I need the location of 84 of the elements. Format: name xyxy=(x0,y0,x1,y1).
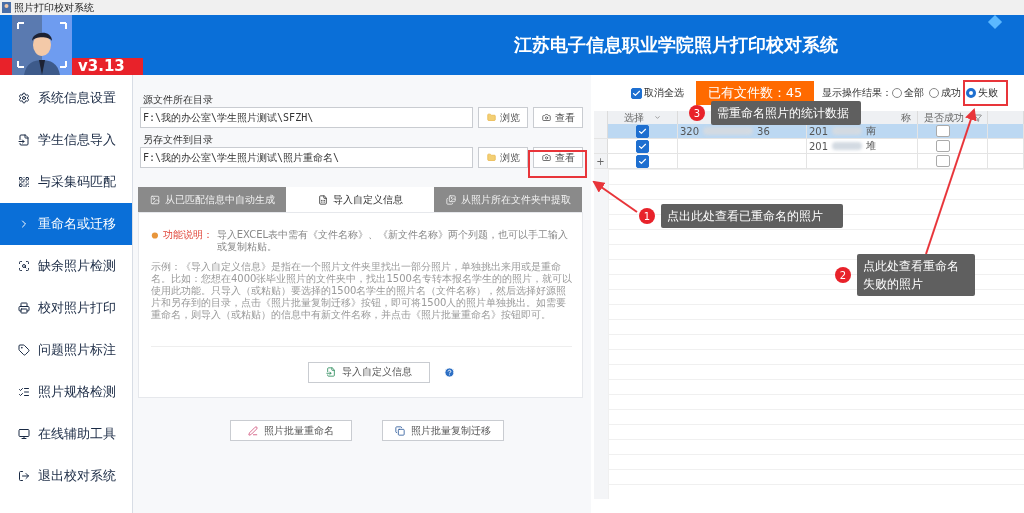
menu-icon xyxy=(18,470,30,482)
result-radio[interactable]: 全部 xyxy=(892,86,924,100)
row-header xyxy=(594,139,608,153)
version-label: v3.13 xyxy=(77,58,126,75)
row-header: + xyxy=(594,154,608,168)
sidebar-item[interactable]: 在线辅助工具 xyxy=(0,413,132,455)
sidebar-item[interactable]: 系统信息设置 xyxy=(0,77,132,119)
menu-icon xyxy=(18,134,30,146)
camera-icon xyxy=(541,153,551,162)
checkbox[interactable] xyxy=(631,87,642,99)
sidebar-item[interactable]: 与采集码匹配 xyxy=(0,161,132,203)
highlight-frame xyxy=(528,150,587,178)
sidebar-item[interactable]: 重命名或迁移 xyxy=(0,203,132,245)
camera-icon xyxy=(541,113,551,122)
corner-cell xyxy=(594,111,608,124)
menu-icon xyxy=(18,344,30,356)
radio-dot[interactable] xyxy=(929,88,939,98)
menu-icon xyxy=(18,260,30,272)
highlight-frame xyxy=(963,80,1008,106)
callout-tooltip: 点出此处查看已重命名的照片 xyxy=(661,204,843,228)
help-icon[interactable] xyxy=(444,366,455,378)
table-row[interactable]: + xyxy=(594,154,1024,169)
browse-button[interactable]: 浏览 xyxy=(478,107,528,128)
import-icon xyxy=(326,367,336,377)
filter-icon[interactable] xyxy=(973,113,982,122)
row-checkbox[interactable] xyxy=(636,124,649,138)
menu-icon xyxy=(18,92,30,104)
row-header xyxy=(594,124,608,138)
menu-icon xyxy=(18,386,30,398)
path-field[interactable]: F:\我的办公室\学生照片测试\照片重命名\ xyxy=(140,147,473,168)
success-checkbox[interactable] xyxy=(936,140,950,152)
column-header xyxy=(988,111,1024,124)
app-title: 江苏电子信息职业学院照片打印校对系统 xyxy=(514,33,838,57)
menu-icon xyxy=(18,428,30,440)
row-checkbox[interactable] xyxy=(636,139,649,153)
pen-icon xyxy=(247,425,258,436)
view-button[interactable]: 查看 xyxy=(533,107,583,128)
tab-icon xyxy=(317,194,328,205)
column-header[interactable]: 是否成功 xyxy=(918,111,988,124)
radio-dot[interactable] xyxy=(966,88,976,98)
action-button[interactable]: 照片批量复制迁移 xyxy=(381,420,504,441)
column-header[interactable]: 选择 xyxy=(608,111,678,124)
action-button[interactable]: 照片批量重命名 xyxy=(229,420,352,441)
result-radio[interactable]: 失败 xyxy=(966,86,998,100)
deselect-all-checkbox[interactable]: 取消全选 xyxy=(631,86,684,100)
sidebar-item[interactable]: 学生信息导入 xyxy=(0,119,132,161)
callout-tooltip: 需重命名照片的统计数据 xyxy=(711,101,861,125)
path-field[interactable]: F:\我的办公室\学生照片测试\SFZH\ xyxy=(140,107,473,128)
bullet-icon xyxy=(151,231,159,240)
result-radio[interactable]: 成功 xyxy=(929,86,961,100)
field-label: 另存文件到目录 xyxy=(143,133,214,147)
sidebar-item[interactable]: 缺余照片检测 xyxy=(0,245,132,287)
check-icon xyxy=(632,88,641,98)
table-row[interactable]: 320 36 201 南 xyxy=(594,124,1024,139)
radio-dot[interactable] xyxy=(892,88,902,98)
window-title: 照片打印校对系统 xyxy=(14,0,94,15)
import-button[interactable]: 导入自定义信息 xyxy=(308,361,430,383)
field-label: 源文件所在目录 xyxy=(143,93,214,107)
note-heading: 功能说明： xyxy=(162,229,213,241)
table-row[interactable]: 201 堆 xyxy=(594,139,1024,154)
view-button[interactable]: 查看 xyxy=(533,147,583,168)
sidebar-item[interactable]: 照片规格检测 xyxy=(0,371,132,413)
menu-icon xyxy=(18,176,30,188)
note-text: 导入EXCEL表中需有《文件名称》、《新文件名称》两个列题，也可以手工输入或复制粘贴。 xyxy=(216,229,570,253)
browse-button[interactable]: 浏览 xyxy=(478,147,528,168)
row-checkbox[interactable] xyxy=(636,154,649,168)
tab-icon xyxy=(445,194,456,205)
dropdown-icon[interactable] xyxy=(654,114,661,121)
callout-tooltip: 点此处查看重命名失败的照片 xyxy=(857,254,975,296)
app-icon xyxy=(2,2,11,13)
pointer-arrow xyxy=(592,180,638,213)
folder-icon xyxy=(486,153,496,162)
folder-icon xyxy=(486,113,496,122)
result-label: 显示操作结果： xyxy=(822,86,892,100)
copy-icon xyxy=(394,425,405,436)
sidebar-item[interactable]: 问题照片标注 xyxy=(0,329,132,371)
tab[interactable]: 导入自定义信息 xyxy=(286,187,434,212)
tab-icon xyxy=(149,194,160,205)
sidebar-item[interactable]: 退出校对系统 xyxy=(0,455,132,497)
success-checkbox[interactable] xyxy=(936,125,950,137)
table-cell: 201 堆 xyxy=(807,139,918,153)
sidebar-item[interactable]: 校对照片打印 xyxy=(0,287,132,329)
menu-icon xyxy=(18,302,30,314)
success-checkbox[interactable] xyxy=(936,155,950,167)
